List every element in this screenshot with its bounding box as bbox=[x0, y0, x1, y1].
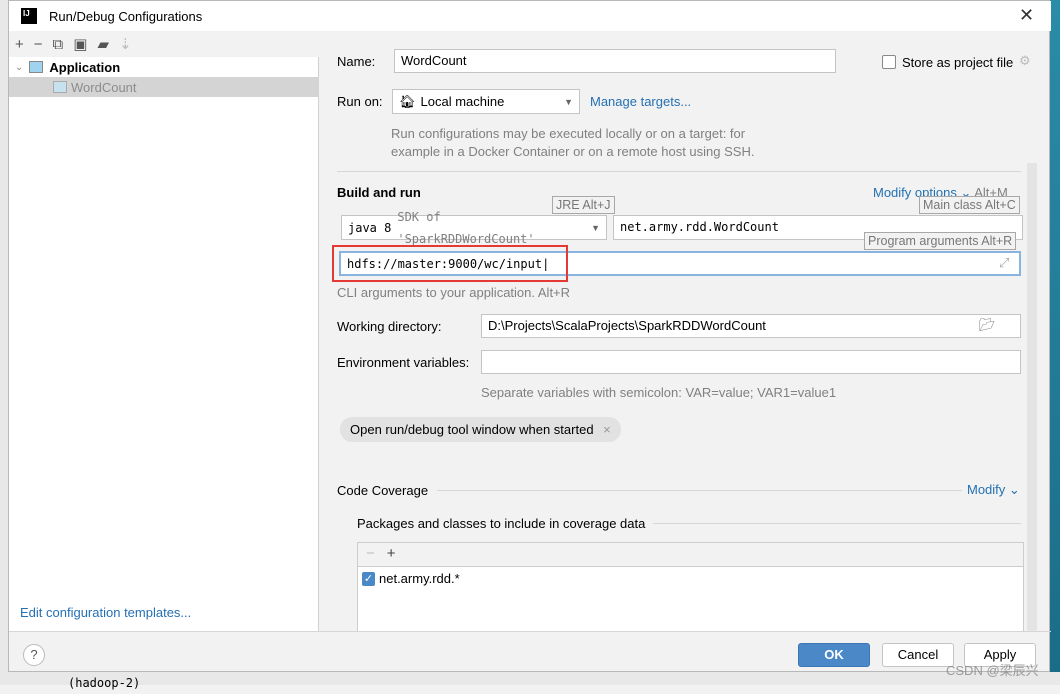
manage-targets-link[interactable]: Manage targets... bbox=[590, 94, 691, 109]
workdir-input[interactable]: D:\Projects\ScalaProjects\SparkRDDWordCo… bbox=[481, 314, 1021, 338]
watermark: CSDN @梁辰兴 bbox=[946, 663, 1039, 678]
folder-icon[interactable]: 📂︎ bbox=[979, 317, 996, 333]
remove-icon[interactable]: − bbox=[366, 545, 375, 562]
tree-item-label: WordCount bbox=[71, 79, 137, 95]
chip-label: Open run/debug tool window when started bbox=[350, 422, 594, 437]
store-project-label: Store as project file bbox=[902, 55, 1014, 70]
save-icon[interactable]: ▣ bbox=[73, 35, 87, 53]
scrollbar[interactable] bbox=[1027, 163, 1037, 631]
tree-item-application[interactable]: ⌄ Application bbox=[9, 57, 319, 77]
run-debug-dialog: IJ Run/Debug Configurations ✕ + − ⧉ ▣ ▰ … bbox=[8, 0, 1051, 672]
footer-divider bbox=[9, 631, 1051, 632]
highlight-box bbox=[332, 245, 568, 282]
coverage-modify-label: Modify bbox=[967, 482, 1006, 497]
background-desktop bbox=[1050, 0, 1060, 685]
coverage-modify-link[interactable]: Modify ⌄ bbox=[967, 482, 1020, 498]
application-icon bbox=[29, 61, 44, 73]
config-tree-panel: + − ⧉ ▣ ▰ ⇣ ⌄ Application WordCount Edit… bbox=[9, 31, 319, 631]
add-icon[interactable]: + bbox=[387, 545, 396, 562]
help-button[interactable]: ? bbox=[23, 644, 45, 666]
args-hint: CLI arguments to your application. Alt+R bbox=[337, 285, 571, 300]
name-input[interactable]: WordCount bbox=[394, 49, 836, 73]
dropdown-arrow-icon: ▼ bbox=[591, 222, 601, 233]
jre-select[interactable]: java 8 SDK of 'SparkRDDWordCount' ▼ bbox=[341, 210, 607, 246]
window-title: Run/Debug Configurations bbox=[49, 9, 203, 24]
edit-templates-link[interactable]: Edit configuration templates... bbox=[20, 605, 191, 620]
run-on-hint-line1: Run configurations may be executed local… bbox=[391, 126, 746, 141]
tool-window-option-chip[interactable]: Open run/debug tool window when started … bbox=[340, 417, 621, 442]
remove-icon[interactable]: − bbox=[34, 36, 43, 53]
home-icon: 🏠︎ bbox=[399, 93, 416, 109]
run-on-label: Run on: bbox=[337, 94, 383, 109]
dropdown-arrow-icon: ▼ bbox=[564, 96, 573, 107]
add-icon[interactable]: + bbox=[15, 36, 24, 53]
remove-chip-icon[interactable]: × bbox=[603, 422, 611, 437]
background-code: (hadoop-2) bbox=[0, 672, 1060, 690]
env-input[interactable] bbox=[481, 350, 1021, 374]
store-project-checkbox[interactable] bbox=[882, 55, 896, 69]
background-ide bbox=[0, 0, 8, 685]
jre-tooltip: JRE Alt+J bbox=[552, 196, 615, 214]
workdir-label: Working directory: bbox=[337, 319, 442, 334]
coverage-heading: Code Coverage bbox=[337, 483, 429, 498]
divider bbox=[337, 171, 1021, 172]
run-on-value: Local machine bbox=[420, 93, 505, 109]
checkbox-checked-icon[interactable]: ✓ bbox=[362, 571, 375, 586]
divider bbox=[653, 523, 1021, 524]
packages-toolbar: − + bbox=[358, 543, 1023, 567]
run-on-select[interactable]: 🏠︎ Local machine ▼ bbox=[392, 89, 580, 114]
cancel-button[interactable]: Cancel bbox=[882, 643, 954, 667]
run-on-hint-line2: example in a Docker Container or on a re… bbox=[391, 144, 755, 159]
copy-icon[interactable]: ⧉ bbox=[53, 36, 64, 53]
program-args-tooltip: Program arguments Alt+R bbox=[864, 232, 1017, 250]
gear-icon[interactable]: ⚙ bbox=[1019, 53, 1031, 69]
divider bbox=[437, 490, 962, 491]
tree-toolbar: + − ⧉ ▣ ▰ ⇣ bbox=[9, 31, 319, 57]
new-folder-icon[interactable]: ▰ bbox=[97, 35, 109, 53]
intellij-logo-icon: IJ bbox=[21, 8, 37, 24]
title-bar: IJ Run/Debug Configurations ✕ bbox=[9, 1, 1051, 31]
tree-item-label: Application bbox=[49, 59, 121, 75]
main-class-tooltip: Main class Alt+C bbox=[919, 196, 1020, 214]
build-run-heading: Build and run bbox=[337, 185, 421, 200]
chevron-down-icon: ⌄ bbox=[15, 61, 24, 73]
ok-button[interactable]: OK bbox=[798, 643, 870, 667]
env-label: Environment variables: bbox=[337, 355, 470, 370]
packages-label: Packages and classes to include in cover… bbox=[357, 516, 646, 531]
expand-icon[interactable]: ⤢ bbox=[999, 255, 1009, 271]
env-hint: Separate variables with semicolon: VAR=v… bbox=[481, 385, 837, 400]
packages-table: − + ✓ net.army.rdd.* bbox=[357, 542, 1024, 632]
package-row[interactable]: ✓ net.army.rdd.* bbox=[358, 567, 1023, 590]
sort-icon[interactable]: ⇣ bbox=[119, 35, 132, 53]
package-pattern: net.army.rdd.* bbox=[379, 571, 460, 586]
application-icon bbox=[53, 81, 67, 93]
tree-item-wordcount[interactable]: WordCount bbox=[9, 77, 319, 97]
jre-value: java 8 bbox=[348, 220, 392, 235]
close-icon[interactable]: ✕ bbox=[1019, 5, 1034, 26]
name-label: Name: bbox=[337, 54, 376, 69]
